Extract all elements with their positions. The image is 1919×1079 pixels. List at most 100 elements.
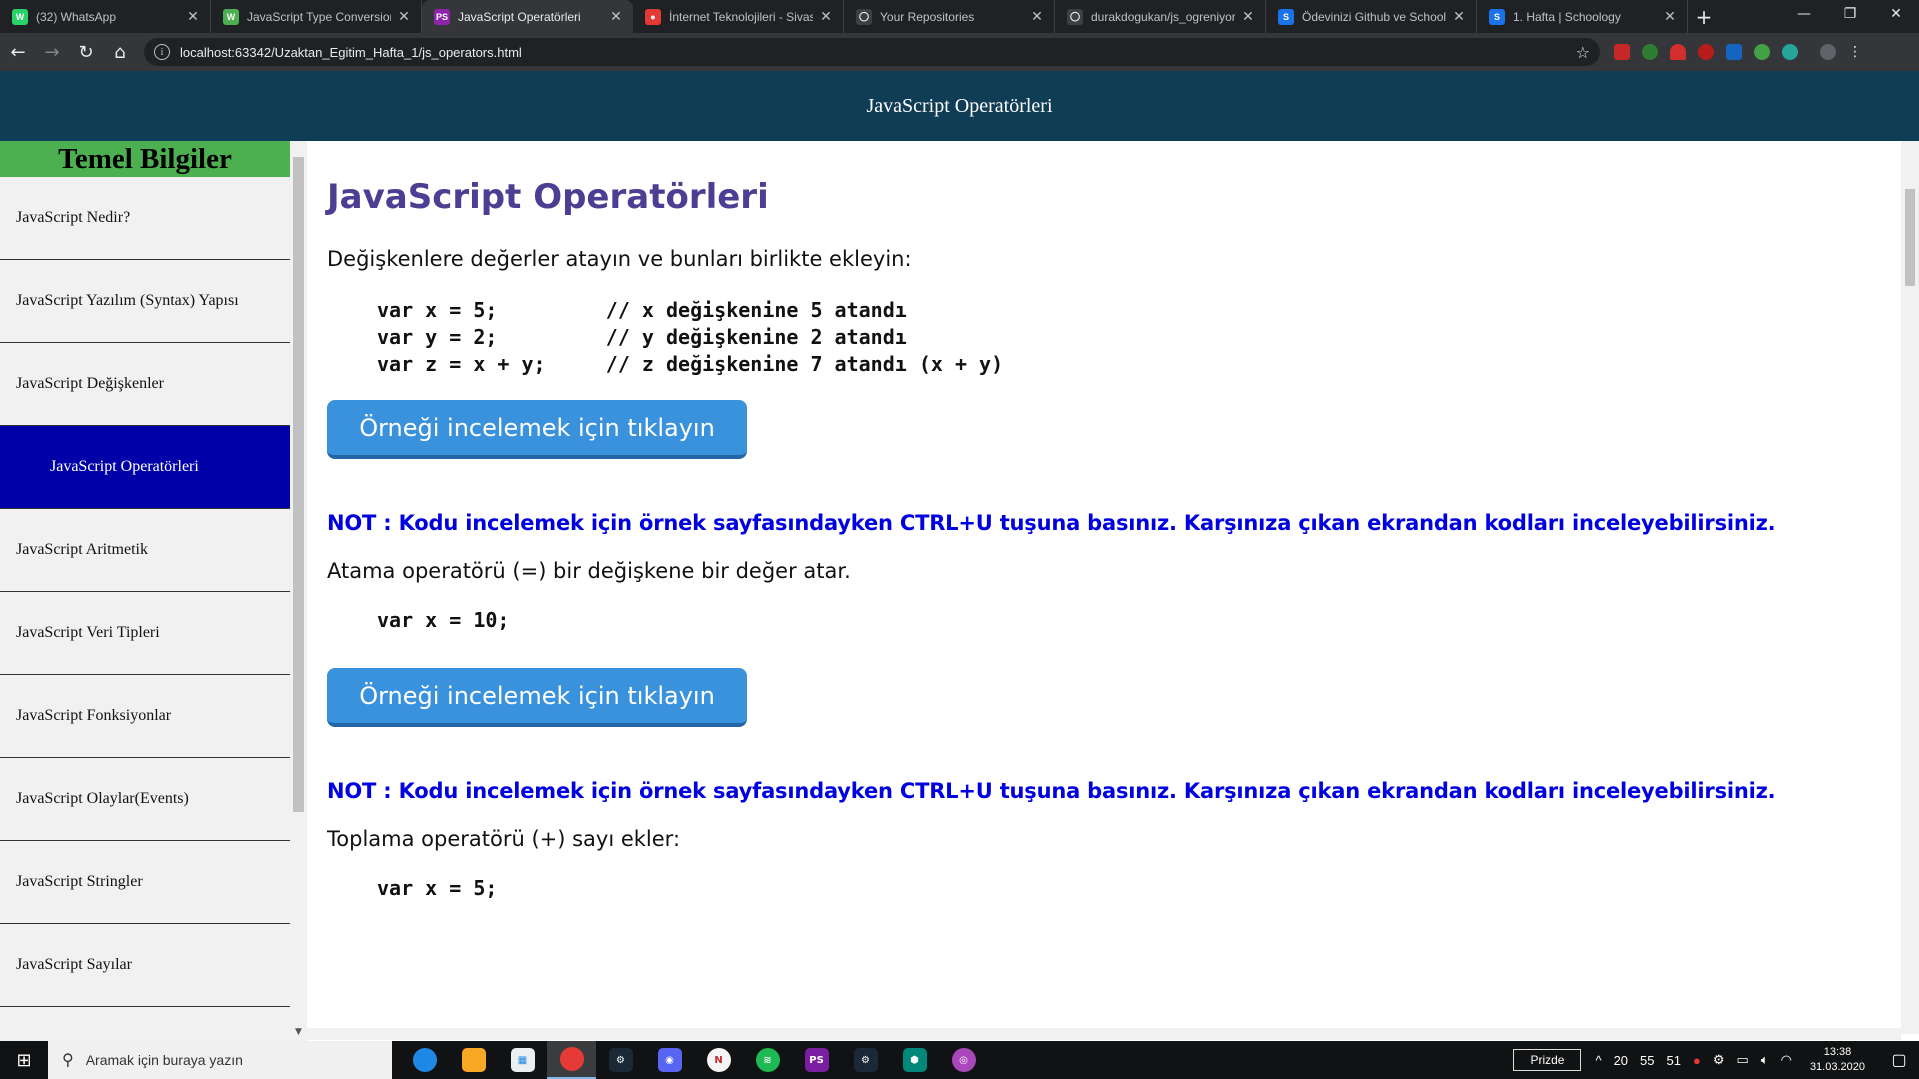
sidebar-item[interactable]: JavaScript Veri Tipleri [0, 592, 290, 675]
tab-title[interactable]: 1. Hafta | Schoology [1513, 10, 1657, 24]
tab-close-icon[interactable]: ✕ [819, 8, 833, 25]
restore-icon[interactable]: ❐ [1827, 0, 1873, 28]
browser-tab[interactable]: W JavaScript Type Conversion ✕ [211, 0, 422, 33]
scroll-down-arrow-icon[interactable]: ▼ [293, 1027, 304, 1041]
browser-tab[interactable]: ◯ durakdogukan/js_ogreniyor ✕ [1055, 0, 1266, 33]
steam-tray-icon[interactable]: ⚙ [1713, 1052, 1725, 1068]
taskbar-spotify[interactable]: ≋ [743, 1041, 792, 1079]
sidebar-item[interactable]: JavaScript Fonksiyonlar [0, 675, 290, 758]
sidebar-item[interactable]: JavaScript Aritmetik [0, 509, 290, 592]
home-icon[interactable]: ⌂ [104, 36, 136, 68]
tab-title[interactable]: JavaScript Type Conversion [247, 10, 391, 24]
taskbar-phpstorm[interactable]: PS [792, 1041, 841, 1079]
example-button-2[interactable]: Örneği incelemek için tıklayın [327, 668, 747, 727]
tab-favicon-icon: ◯ [856, 8, 872, 25]
forward-icon[interactable]: → [36, 36, 68, 68]
close-window-icon[interactable]: ✕ [1873, 0, 1919, 28]
windows-start-icon[interactable]: ⊞ [0, 1041, 48, 1079]
address-url[interactable]: localhost:63342/Uzaktan_Egitim_Hafta_1/j… [180, 45, 1576, 60]
sidebar-item[interactable]: JavaScript Operatörleri [0, 426, 290, 509]
sidebar-item[interactable]: JavaScript Olaylar(Events) [0, 758, 290, 841]
record-extension-icon[interactable] [1698, 44, 1714, 60]
browser-tab[interactable]: ◯ Your Repositories ✕ [844, 0, 1055, 33]
tab-close-icon[interactable]: ✕ [1663, 8, 1677, 25]
taskbar-chrome[interactable] [547, 1041, 596, 1079]
taskbar-app-n[interactable]: N [694, 1041, 743, 1079]
sidebar-item[interactable]: JavaScript Stringler [0, 841, 290, 924]
browser-tab[interactable]: S Ödevinizi Github ve Schoolo ✕ [1266, 0, 1477, 33]
browser-tab[interactable]: ● İnternet Teknolojileri - Sivas ✕ [633, 0, 844, 33]
button-wrap-2: Örneği incelemek için tıklayın [327, 668, 1901, 727]
tab-close-icon[interactable]: ✕ [1030, 8, 1044, 25]
note-text-2: NOT : Kodu incelemek için örnek sayfasın… [327, 779, 1776, 803]
address-bar[interactable]: i localhost:63342/Uzaktan_Egitim_Hafta_1… [144, 38, 1600, 66]
tray-chevron-icon[interactable]: ^ [1595, 1053, 1601, 1068]
taskbar-search-placeholder[interactable]: Aramak için buraya yazın [86, 1052, 243, 1068]
taskbar-app-purple[interactable]: ◎ [939, 1041, 988, 1079]
bookmark-star-icon[interactable]: ☆ [1576, 43, 1590, 62]
taskbar-discord[interactable]: ◉ [645, 1041, 694, 1079]
notification-icon[interactable]: ▢ [1879, 1041, 1919, 1079]
alert-icon[interactable]: ● [1693, 1053, 1701, 1068]
sidebar-items: JavaScript Nedir? JavaScript Yazılım (Syn… [0, 177, 290, 1007]
reload-icon[interactable]: ↻ [70, 36, 102, 68]
tab-close-icon[interactable]: ✕ [397, 8, 411, 25]
tab-close-icon[interactable]: ✕ [1241, 8, 1255, 25]
steam-icon: ⚙ [608, 1048, 633, 1072]
taskbar-search[interactable]: ⚲ Aramak için buraya yazın [48, 1041, 392, 1079]
new-tab-icon[interactable]: + [1688, 0, 1720, 33]
taskbar-edge[interactable] [400, 1041, 449, 1079]
tab-close-icon[interactable]: ✕ [1452, 8, 1466, 25]
taskbar-explorer[interactable] [449, 1041, 498, 1079]
spotify-icon: ≋ [755, 1048, 780, 1072]
adblock-icon[interactable] [1614, 44, 1630, 60]
profile-avatar-icon[interactable] [1820, 44, 1836, 60]
sidebar-scrollbar[interactable]: ▼ [290, 141, 307, 1041]
wifi-icon[interactable]: ◠ [1781, 1052, 1792, 1068]
browser-tab[interactable]: W (32) WhatsApp ✕ [0, 0, 211, 33]
tab-title[interactable]: (32) WhatsApp [36, 10, 180, 24]
colorful-extension-icon[interactable] [1754, 44, 1770, 60]
menu-kebab-icon[interactable]: ⋮ [1848, 44, 1862, 60]
page-header: JavaScript Operatörleri [0, 71, 1919, 141]
shield-extension-icon[interactable] [1642, 44, 1658, 60]
battery-icon[interactable]: ▭ [1736, 1052, 1748, 1068]
minimize-icon[interactable]: — [1781, 0, 1827, 28]
key-extension-icon[interactable] [1670, 44, 1686, 60]
tab-title[interactable]: durakdogukan/js_ogreniyor [1091, 10, 1235, 24]
volume-icon[interactable]: 🔈︎ [1761, 1052, 1769, 1068]
system-clock[interactable]: 13:38 31.03.2020 [1810, 1045, 1865, 1075]
tab-close-icon[interactable]: ✕ [186, 8, 200, 25]
tab-title[interactable]: JavaScript Operatörleri [458, 10, 603, 24]
taskbar-app-green[interactable]: ⬢ [890, 1041, 939, 1079]
horizontal-scrollbar[interactable] [307, 1028, 1901, 1040]
sidebar-item[interactable]: JavaScript Nedir? [0, 177, 290, 260]
taskbar-store[interactable]: ▦ [498, 1041, 547, 1079]
taskbar-steam-1[interactable]: ⚙ [596, 1041, 645, 1079]
page-scrollbar[interactable] [1901, 141, 1919, 1034]
back-icon[interactable]: ← [2, 36, 34, 68]
example-button-1[interactable]: Örneği incelemek için tıklayın [327, 400, 747, 459]
sidebar-item[interactable]: JavaScript Sayılar [0, 924, 290, 1007]
tab-close-icon[interactable]: ✕ [609, 8, 623, 25]
tab-title[interactable]: İnternet Teknolojileri - Sivas [669, 10, 813, 24]
steam-icon-2: ⚙ [853, 1048, 878, 1072]
sidebar-scroll-thumb[interactable] [293, 157, 304, 812]
taskbar-apps: ▦ ⚙ ◉ N ≋ PS ⚙ ⬢ ◎ [400, 1041, 988, 1079]
browser-tab[interactable]: S 1. Hafta | Schoology ✕ [1477, 0, 1688, 33]
keyboard-indicator[interactable]: Prizde [1513, 1049, 1582, 1071]
browser-tab[interactable]: PS JavaScript Operatörleri ✕ [422, 0, 633, 33]
page-scroll-thumb[interactable] [1905, 189, 1915, 286]
site-info-icon[interactable]: i [154, 44, 170, 60]
round-n-icon: N [706, 1048, 731, 1072]
screen-extension-icon[interactable] [1726, 44, 1742, 60]
sidebar-item[interactable]: JavaScript Yazılım (Syntax) Yapısı [0, 260, 290, 343]
edge-icon [412, 1048, 437, 1072]
tab-title[interactable]: Ödevinizi Github ve Schoolo [1302, 10, 1446, 24]
translate-extension-icon[interactable] [1782, 44, 1798, 60]
store-icon: ▦ [510, 1048, 535, 1072]
taskbar-steam-2[interactable]: ⚙ [841, 1041, 890, 1079]
phpstorm-icon: PS [804, 1048, 829, 1072]
tab-title[interactable]: Your Repositories [880, 10, 1024, 24]
sidebar-item[interactable]: JavaScript Değişkenler [0, 343, 290, 426]
